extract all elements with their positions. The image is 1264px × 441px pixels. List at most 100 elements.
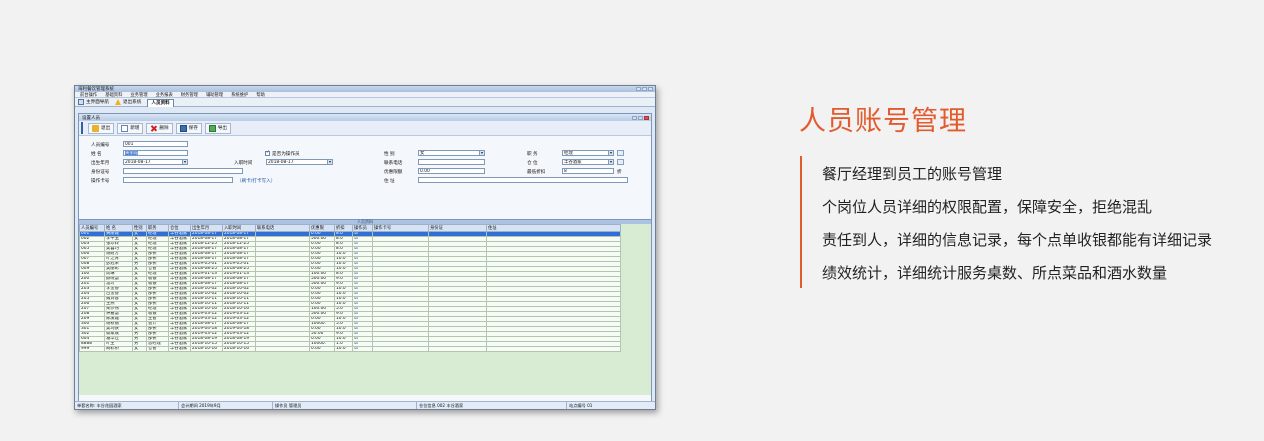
table-cell: 2018-10-16 [190, 346, 223, 352]
emp-no-input[interactable]: 001 [123, 141, 188, 147]
tab-label: 主界面导航 [86, 100, 109, 105]
minimize-button[interactable] [636, 87, 641, 91]
minimize-button[interactable] [632, 115, 637, 120]
join-value: 2018-08-17 [268, 160, 294, 165]
status-shop: 单套名称: 丰谷花园酒家 [75, 402, 179, 409]
min-discount-input[interactable]: 8 [562, 168, 614, 174]
join-label: 入职时间 [234, 161, 253, 166]
personnel-form: 人员编号 001 姓 名 黄丽霞 出生年月 2018-08-17 身份证号 操作… [79, 136, 651, 194]
app-window: 海利餐饮管理系统 前台操作 基础资料 业务管理 业务报表 财务管理 辅助管理 系统维护 帮助 … [74, 85, 656, 410]
status-operator: 操作员 管理员 [273, 402, 417, 409]
menu-item[interactable]: 辅助管理 [205, 92, 224, 98]
add-label: 新增 [130, 126, 140, 131]
name-value: 黄丽霞 [125, 151, 139, 156]
position-lookup-button[interactable] [617, 150, 624, 156]
chevron-down-icon [327, 160, 332, 164]
menu-item[interactable]: 基础资料 [104, 92, 123, 98]
phone-input[interactable] [418, 159, 485, 165]
card-input[interactable] [123, 177, 233, 183]
id-input[interactable] [123, 168, 243, 174]
chevron-down-icon [608, 160, 613, 164]
chevron-down-icon [182, 160, 187, 164]
warning-icon [114, 99, 121, 105]
personnel-title: 设置人员 [82, 115, 100, 121]
column-header[interactable]: 操作员 [352, 224, 373, 232]
personnel-table: 人员编号姓 名性别 职务 仓位 出生年月 入职时间 联系电话 优惠限 折扣 操作员 操作卡号 身份证… [79, 224, 621, 352]
table-cell: 10.0 [334, 346, 353, 352]
page: 海利餐饮管理系统 前台操作 基础资料 业务管理 业务报表 财务管理 辅助管理 系统维护 帮助 … [0, 0, 1264, 441]
column-header[interactable]: 身份证 [428, 224, 487, 232]
column-header[interactable]: 住址 [486, 224, 621, 232]
column-header[interactable]: 出生年月 [190, 224, 223, 232]
discount-unit: 折 [617, 170, 622, 175]
column-header[interactable]: 人员编号 [79, 224, 105, 232]
menu-item[interactable]: 系统维护 [230, 92, 249, 98]
operator-check-icon: ☑ [352, 346, 373, 352]
gender-select[interactable]: 女 [418, 150, 485, 156]
personnel-titlebar: 设置人员 [79, 114, 651, 121]
tab-exit-system[interactable]: 退出系统 [114, 99, 142, 105]
phone-label: 联系电话 [384, 161, 403, 166]
exit-label: 退出 [101, 126, 111, 131]
toolbar-grip [81, 122, 83, 134]
export-label: 导出 [217, 126, 228, 131]
export-button[interactable]: 导出 [204, 122, 232, 134]
name-input[interactable]: 黄丽霞 [123, 150, 188, 156]
name-label: 姓 名 [91, 152, 102, 157]
store-lookup-button[interactable] [617, 159, 624, 165]
birth-date-picker[interactable]: 2018-08-17 [123, 159, 188, 165]
card-note: （刷卡/打卡写入） [237, 179, 276, 184]
table-cell: 女 [132, 346, 147, 352]
maximize-button[interactable] [642, 87, 647, 91]
column-header[interactable]: 仓位 [168, 224, 191, 232]
description-line: 餐厅经理到员工的账号管理 [822, 165, 1003, 183]
column-header[interactable]: 职务 [146, 224, 169, 232]
export-icon [208, 124, 216, 132]
card-label: 操作卡号 [91, 179, 110, 184]
description-line: 个岗位人员详细的权限配置，保障安全，拒绝混乱 [822, 198, 1153, 216]
add-button[interactable]: 新增 [117, 122, 144, 134]
exit-icon [92, 124, 99, 132]
column-header[interactable]: 联系电话 [255, 224, 310, 232]
close-button[interactable] [644, 115, 649, 120]
address-input[interactable] [418, 177, 628, 183]
column-header[interactable]: 性别 [132, 224, 147, 232]
menu-item[interactable]: 财务管理 [180, 92, 199, 98]
discount-limit-input[interactable]: 0.00 [418, 168, 485, 174]
close-button[interactable] [648, 87, 653, 91]
birth-label: 出生年月 [91, 161, 110, 166]
delete-icon [150, 125, 157, 132]
menu-item[interactable]: 前台操作 [79, 92, 98, 98]
column-header[interactable]: 操作卡号 [372, 224, 429, 232]
chevron-down-icon [479, 151, 484, 155]
add-icon [121, 124, 129, 132]
window-controls [636, 87, 655, 91]
save-button[interactable]: 保存 [175, 122, 202, 134]
menu-item[interactable]: 业务管理 [129, 92, 148, 98]
column-header[interactable]: 姓 名 [104, 224, 133, 232]
join-date-picker[interactable]: 2018-08-17 [266, 159, 333, 165]
tab-label: 人员资料 [151, 101, 170, 106]
tab-label: 退出系统 [122, 100, 142, 105]
table-cell: 2018-10-16 [222, 346, 256, 352]
save-label: 保存 [188, 126, 198, 131]
store-select[interactable]: 丰谷酒家 [562, 159, 614, 165]
delete-button[interactable]: 删除 [146, 122, 173, 134]
is-operator-checkbox[interactable]: 是否为操作员 [265, 150, 300, 157]
column-header[interactable]: 折扣 [334, 224, 353, 232]
tab-main-nav[interactable]: 主界面导航 [78, 99, 109, 105]
grid-body: 001 黄丽霞女经理 丰谷酒家 2018-08-17 2018-08-17 0.00 8.0… [79, 231, 621, 352]
exit-button[interactable]: 退出 [88, 122, 115, 134]
column-header[interactable]: 优惠限 [309, 224, 335, 232]
tab-personnel[interactable]: 人员资料 [147, 98, 174, 107]
menu-item[interactable]: 帮助 [255, 92, 266, 98]
restore-button[interactable] [638, 115, 643, 120]
table-cell: 999 [79, 346, 105, 352]
column-header[interactable]: 入职时间 [222, 224, 256, 232]
menu-item[interactable]: 业务报表 [155, 92, 174, 98]
delete-label: 删除 [159, 126, 169, 131]
personnel-window-controls [632, 115, 651, 120]
table-row[interactable]: 999 胡彩桥女仓管 丰谷酒家 2018-10-16 2018-10-16 0.00 10.… [79, 346, 621, 352]
table-cell: 胡彩桥 [104, 346, 133, 352]
position-select[interactable]: 经理 [562, 150, 614, 156]
